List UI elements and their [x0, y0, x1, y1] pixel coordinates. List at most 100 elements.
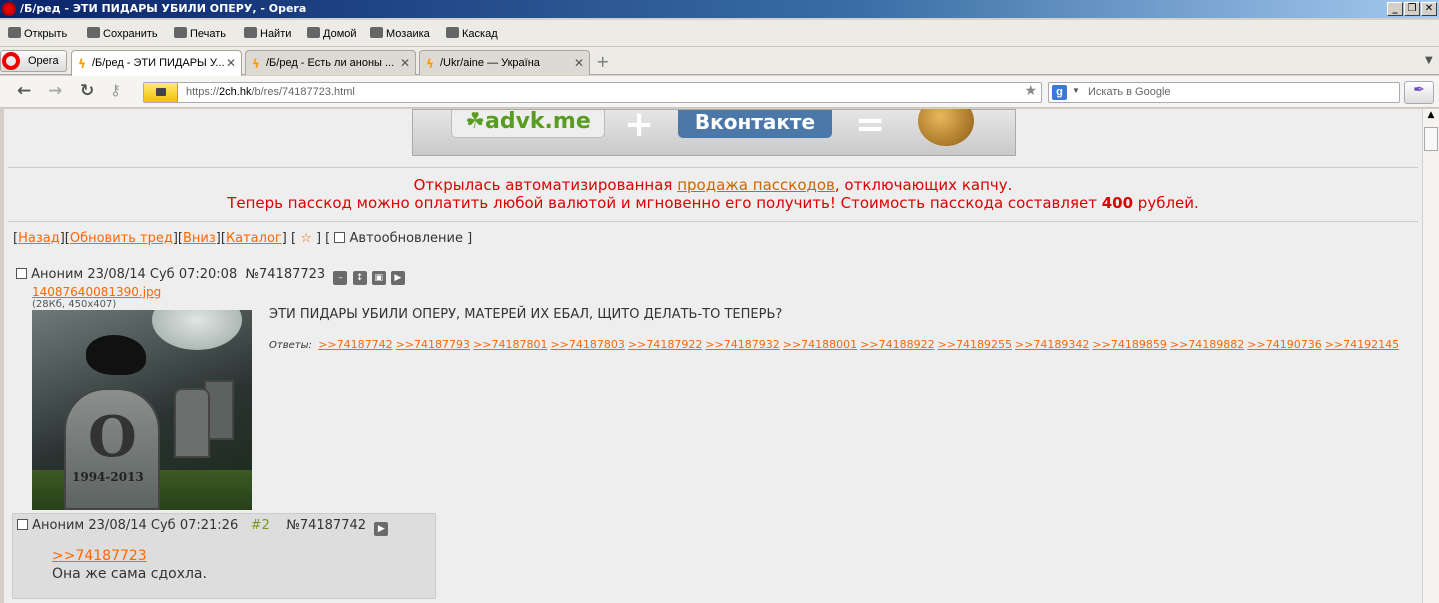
- close-tab-icon[interactable]: ✕: [226, 56, 236, 70]
- reply-link[interactable]: >>74189882: [1170, 338, 1244, 351]
- notice-text: Открылась автоматизированная: [413, 176, 678, 194]
- new-tab-icon[interactable]: +: [596, 52, 609, 71]
- cascade-button[interactable]: Каскад: [446, 27, 498, 40]
- search-field[interactable]: g ▼ Искать в Google: [1048, 82, 1400, 103]
- close-button[interactable]: ✕: [1421, 2, 1437, 16]
- open-button[interactable]: Открыть: [8, 27, 67, 40]
- reply-link[interactable]: >>74187932: [705, 338, 779, 351]
- notice-text: , отключающих капчу.: [834, 176, 1013, 194]
- post-date: 23/08/14 Суб 07:21:26: [88, 518, 239, 533]
- close-tab-icon[interactable]: ✕: [400, 56, 410, 70]
- coins-icon: [918, 109, 974, 146]
- hide-icon[interactable]: –: [333, 271, 348, 285]
- op-select-checkbox[interactable]: [16, 268, 27, 279]
- notice-text: рублей.: [1133, 194, 1199, 212]
- down-link[interactable]: Вниз: [183, 231, 216, 246]
- passcode-link[interactable]: продажа пасскодов: [677, 176, 835, 194]
- vkontakte-logo: Вконтакте: [678, 110, 832, 138]
- lock-icon[interactable]: [144, 83, 178, 102]
- catalog-link[interactable]: Каталог: [226, 231, 282, 246]
- reply-link[interactable]: >>74188001: [783, 338, 857, 351]
- home-label: Домой: [323, 28, 357, 40]
- reply-link[interactable]: >>74189255: [938, 338, 1012, 351]
- quote-link[interactable]: >>74187723: [52, 548, 147, 564]
- expand-icon[interactable]: ↕: [352, 271, 367, 285]
- tab-ukraine[interactable]: ϟ /Ukr/aine — Україна ✕: [419, 50, 590, 75]
- google-icon[interactable]: g: [1052, 85, 1067, 100]
- home-button[interactable]: Домой: [307, 27, 357, 40]
- save-label: Сохранить: [103, 28, 158, 40]
- divider: [8, 221, 1418, 222]
- reply-post-header: Аноним 23/08/14 Суб 07:21:26 #2 №7418774…: [17, 518, 389, 536]
- chevron-down-icon[interactable]: ▼: [1072, 86, 1080, 95]
- opera-menu-button[interactable]: Opera: [0, 50, 67, 72]
- reply-link[interactable]: >>74189859: [1092, 338, 1166, 351]
- play-icon[interactable]: ▶: [390, 271, 405, 285]
- tab-bar: ϟ /Б/ред - ЭТИ ПИДАРЫ У... ✕ ϟ /Б/ред - …: [0, 47, 1439, 76]
- window-title: /Б/ред - ЭТИ ПИДАРЫ УБИЛИ ОПЕРУ, - Opera: [20, 2, 307, 15]
- page-content: ☘advk.me + Вконтакте = Открылась автомат…: [4, 109, 1422, 603]
- crow: [86, 335, 146, 375]
- key-icon[interactable]: ⚷: [110, 81, 121, 99]
- post-number[interactable]: №74187723: [245, 267, 325, 282]
- url-field[interactable]: https://2ch.hk/b/res/74187723.html ★: [143, 82, 1042, 103]
- poster-name: Аноним: [32, 518, 85, 533]
- op-post-header: Аноним 23/08/14 Суб 07:20:08 №74187723 –…: [16, 267, 406, 285]
- close-tab-icon[interactable]: ✕: [574, 56, 584, 70]
- opera-gravestone: O 1994-2013: [64, 388, 160, 510]
- scroll-thumb[interactable]: [1424, 127, 1438, 151]
- ad-banner[interactable]: ☘advk.me + Вконтакте =: [412, 109, 1016, 156]
- minimize-button[interactable]: _: [1387, 2, 1403, 16]
- title-bar: /Б/ред - ЭТИ ПИДАРЫ УБИЛИ ОПЕРУ, - Opera…: [0, 0, 1439, 18]
- back-arrow-icon[interactable]: ←: [17, 81, 31, 101]
- open-label: Открыть: [24, 28, 68, 40]
- url-text[interactable]: https://2ch.hk/b/res/74187723.html: [186, 86, 355, 98]
- notice-line-2: Теперь пасскод можно оплатить любой валю…: [4, 194, 1422, 212]
- reply-link[interactable]: >>74187793: [396, 338, 470, 351]
- window-icon[interactable]: ▣: [371, 271, 386, 285]
- print-button[interactable]: Печать: [174, 27, 226, 40]
- forward-arrow-icon[interactable]: →: [48, 81, 62, 101]
- tab-label: /Ukr/aine — Україна: [440, 57, 540, 69]
- reply-link[interactable]: >>74189342: [1015, 338, 1089, 351]
- autoupdate-checkbox[interactable]: [334, 232, 346, 243]
- wand-icon[interactable]: ✒: [1404, 81, 1434, 104]
- gravestone-years: 1994-2013: [72, 470, 144, 484]
- reply-link[interactable]: >>74187803: [550, 338, 624, 351]
- poster-name: Аноним: [31, 267, 84, 282]
- reload-icon[interactable]: ↻: [80, 81, 94, 101]
- refresh-thread-link[interactable]: Обновить тред: [70, 231, 173, 246]
- gravestone-letter: O: [88, 404, 137, 470]
- reply-link[interactable]: >>74190736: [1247, 338, 1321, 351]
- save-button[interactable]: Сохранить: [87, 27, 158, 40]
- chevron-down-icon[interactable]: ▼: [1425, 55, 1433, 66]
- bolt-icon: ϟ: [426, 57, 434, 71]
- back-link[interactable]: Назад: [18, 231, 60, 246]
- post-number[interactable]: №74187742: [286, 518, 366, 533]
- play-icon[interactable]: ▶: [374, 522, 389, 536]
- bookmark-star-icon[interactable]: ★: [1024, 83, 1037, 99]
- reply-select-checkbox[interactable]: [17, 519, 28, 530]
- toolbar: Открыть Сохранить Печать Найти Домой Моз…: [0, 20, 1439, 47]
- reply-link[interactable]: >>74187801: [473, 338, 547, 351]
- maximize-button[interactable]: ❐: [1404, 2, 1420, 16]
- url-domain: 2ch.hk: [219, 86, 252, 98]
- scroll-up-icon[interactable]: ▲: [1424, 110, 1438, 124]
- tile-button[interactable]: Мозаика: [370, 27, 430, 40]
- url-prefix: https://: [186, 86, 220, 98]
- favorite-star-icon[interactable]: ☆: [300, 231, 312, 246]
- reply-link[interactable]: >>74187742: [318, 338, 392, 351]
- bolt-icon: ϟ: [78, 57, 86, 71]
- reply-link[interactable]: >>74187922: [628, 338, 702, 351]
- vertical-scrollbar[interactable]: ▲: [1422, 109, 1439, 603]
- post-image[interactable]: O 1994-2013: [32, 310, 252, 510]
- opera-logo-icon: [2, 2, 16, 16]
- find-button[interactable]: Найти: [244, 27, 291, 40]
- tile-label: Мозаика: [386, 28, 430, 40]
- tab-thread[interactable]: ϟ /Б/ред - ЭТИ ПИДАРЫ У... ✕: [71, 50, 242, 76]
- file-link[interactable]: 14087640081390.jpg: [32, 285, 161, 299]
- plus-sign: +: [624, 109, 655, 145]
- tab-thread-2[interactable]: ϟ /Б/ред - Есть ли аноны ... ✕: [245, 50, 416, 75]
- reply-link[interactable]: >>74192145: [1325, 338, 1399, 351]
- reply-link[interactable]: >>74188922: [860, 338, 934, 351]
